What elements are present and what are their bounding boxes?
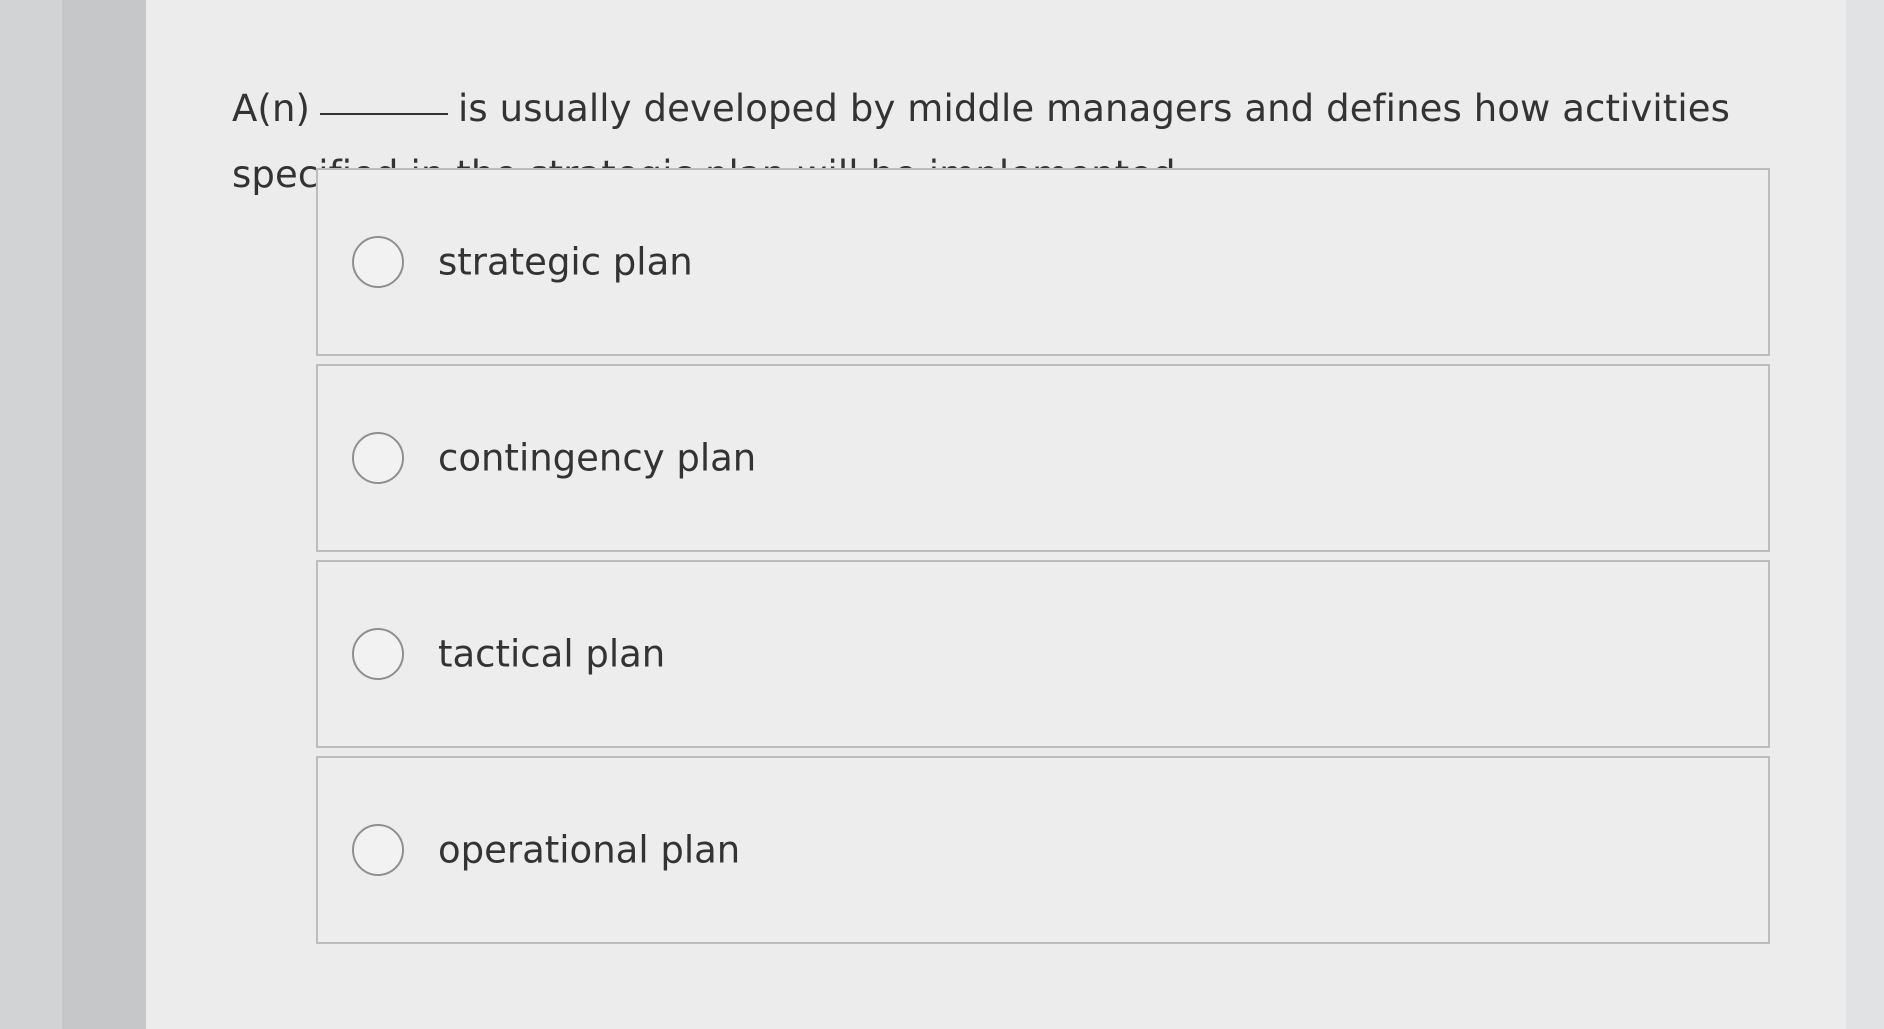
option-tactical-plan[interactable]: tactical plan	[316, 560, 1770, 748]
screen: A(n) is usually developed by middle manag…	[0, 0, 1884, 1029]
radio-button[interactable]	[352, 432, 404, 484]
option-operational-plan[interactable]: operational plan	[316, 756, 1770, 944]
option-label: operational plan	[438, 828, 741, 872]
answer-options: strategic plan contingency plan tactical…	[316, 168, 1772, 952]
question-prefix: A(n)	[232, 87, 311, 130]
radio-button[interactable]	[352, 824, 404, 876]
left-sidebar-strip	[62, 0, 146, 1029]
option-label: tactical plan	[438, 632, 666, 676]
option-contingency-plan[interactable]: contingency plan	[316, 364, 1770, 552]
option-strategic-plan[interactable]: strategic plan	[316, 168, 1770, 356]
option-label: contingency plan	[438, 436, 757, 480]
right-edge	[1846, 0, 1884, 1029]
answer-blank	[320, 113, 449, 115]
left-gutter	[0, 0, 62, 1029]
option-label: strategic plan	[438, 240, 693, 284]
radio-button[interactable]	[352, 236, 404, 288]
radio-button[interactable]	[352, 628, 404, 680]
